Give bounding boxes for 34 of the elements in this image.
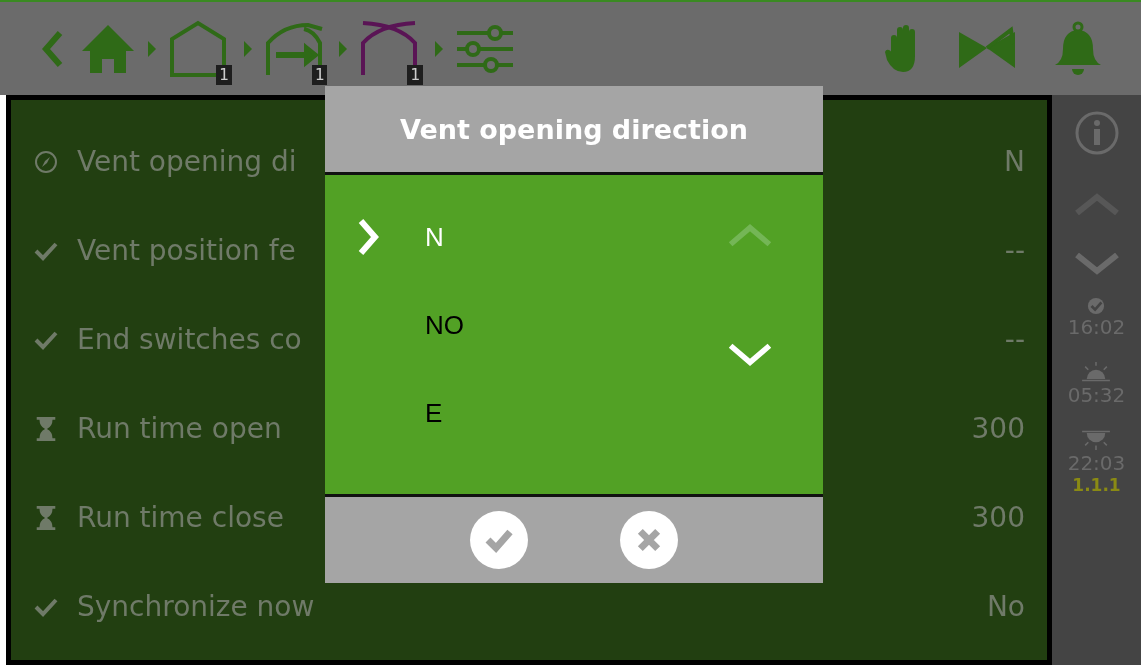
clock-icon xyxy=(1087,297,1106,315)
setting-label: Vent opening di xyxy=(77,145,297,178)
setting-label: End switches co xyxy=(77,323,302,356)
setting-value: No xyxy=(986,590,1025,623)
setting-value: 300 xyxy=(971,501,1025,534)
greenhouse-icon[interactable] xyxy=(168,18,228,79)
option-item[interactable]: NO xyxy=(357,281,727,369)
check-icon xyxy=(33,329,59,350)
setting-label: Run time close xyxy=(77,501,285,534)
compass-icon xyxy=(33,149,59,174)
option-item[interactable]: E xyxy=(357,369,727,457)
setting-label: Run time open xyxy=(77,412,283,445)
dialog-title: Vent opening direction xyxy=(400,113,748,145)
arrow-icon xyxy=(148,40,156,57)
count-badge: 1 xyxy=(407,64,423,85)
check-icon xyxy=(33,240,59,261)
info-icon[interactable] xyxy=(1074,111,1119,155)
setting-value: 300 xyxy=(971,412,1025,445)
check-icon xyxy=(33,596,59,617)
scroll-down-icon[interactable] xyxy=(1074,253,1119,275)
arrow-icon xyxy=(339,40,348,57)
sliders-icon[interactable] xyxy=(454,24,515,73)
arrow-icon xyxy=(434,40,443,57)
chevron-icon xyxy=(357,217,381,257)
version-label: 1.1.1 xyxy=(1072,475,1121,495)
setting-value: -- xyxy=(1004,323,1025,356)
arrow-icon xyxy=(243,40,252,57)
setting-value: -- xyxy=(1004,234,1025,267)
setting-label: Vent position fe xyxy=(77,234,297,267)
count-badge: 1 xyxy=(216,64,232,85)
setting-value: N xyxy=(1004,145,1025,178)
count-badge: 1 xyxy=(311,64,328,85)
close-icon xyxy=(636,527,662,553)
setting-label: Synchronize now xyxy=(77,590,315,623)
